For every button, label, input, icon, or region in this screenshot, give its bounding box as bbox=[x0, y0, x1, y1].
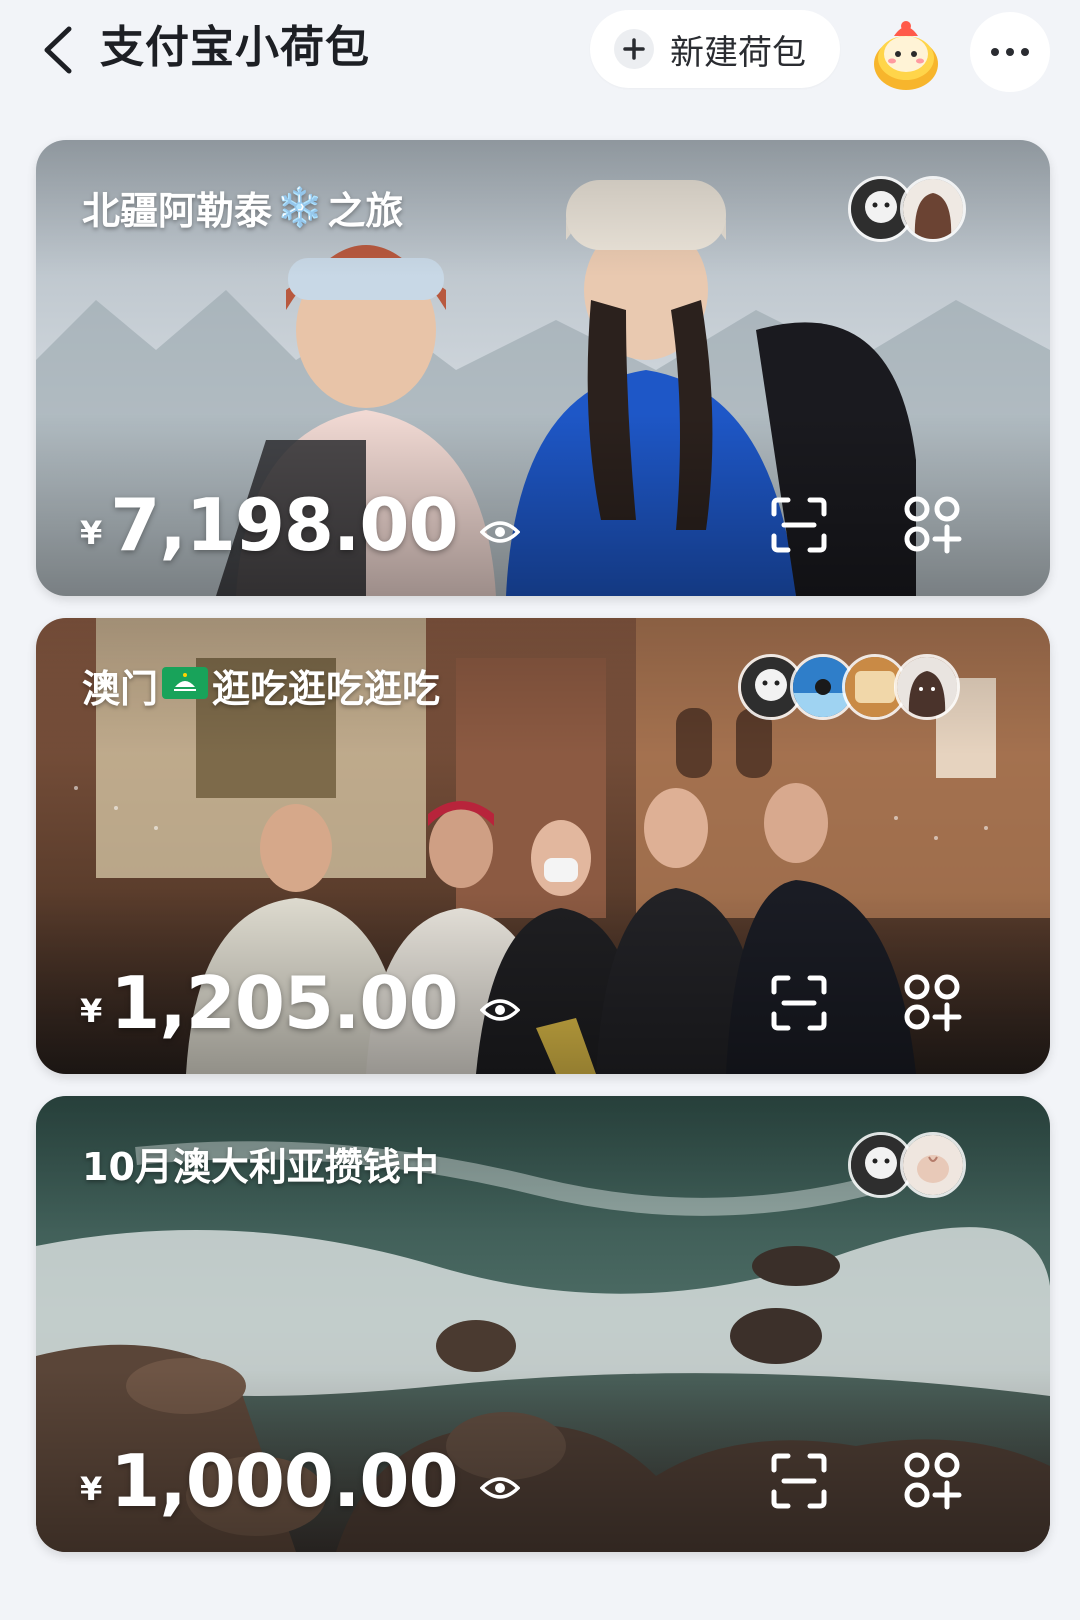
avatar bbox=[900, 176, 966, 242]
member-avatars[interactable] bbox=[848, 176, 966, 244]
currency-symbol: ¥ bbox=[80, 1470, 103, 1508]
member-avatars[interactable] bbox=[848, 1132, 966, 1200]
plus-icon bbox=[614, 29, 654, 69]
scan-icon[interactable] bbox=[764, 490, 834, 560]
currency-symbol: ¥ bbox=[80, 514, 103, 552]
scan-icon[interactable] bbox=[764, 1446, 834, 1516]
more-button[interactable] bbox=[970, 12, 1050, 92]
eye-icon[interactable] bbox=[479, 518, 521, 550]
snowflake-icon: ❄️ bbox=[276, 185, 324, 229]
avatar bbox=[894, 654, 960, 720]
new-pocket-label: 新建荷包 bbox=[670, 32, 806, 73]
scan-icon[interactable] bbox=[764, 968, 834, 1038]
top-bar: 支付宝小荷包 新建荷包 bbox=[0, 0, 1080, 110]
eye-icon[interactable] bbox=[479, 996, 521, 1028]
pocket-title: 澳门 逛吃逛吃逛吃 bbox=[82, 658, 440, 713]
pocket-card[interactable]: 澳门 逛吃逛吃逛吃 ¥ 1,205.00 bbox=[36, 618, 1050, 1074]
pocket-apps-icon[interactable] bbox=[898, 968, 968, 1038]
back-arrow-icon bbox=[44, 26, 72, 74]
member-avatars[interactable] bbox=[738, 654, 960, 722]
pocket-card[interactable]: 北疆阿勒泰 ❄️ 之旅 ¥ 7,198.00 bbox=[36, 140, 1050, 596]
eye-icon[interactable] bbox=[479, 1474, 521, 1506]
balance-amount: 7,198.00 bbox=[110, 483, 458, 567]
pocket-title: 10月澳大利亚攒钱中 bbox=[82, 1145, 439, 1189]
new-pocket-button[interactable]: 新建荷包 bbox=[590, 10, 840, 88]
pocket-title: 北疆阿勒泰 ❄️ 之旅 bbox=[82, 185, 404, 233]
mascot-icon[interactable] bbox=[866, 14, 946, 94]
pocket-card[interactable]: 10月澳大利亚攒钱中 ¥ 1,000.00 bbox=[36, 1096, 1050, 1552]
avatar bbox=[900, 1132, 966, 1198]
pocket-apps-icon[interactable] bbox=[898, 1446, 968, 1516]
balance-row: ¥ 7,198.00 bbox=[80, 480, 521, 570]
more-dots-icon bbox=[991, 48, 1029, 56]
currency-symbol: ¥ bbox=[80, 992, 103, 1030]
back-button[interactable] bbox=[28, 20, 88, 80]
pocket-apps-icon[interactable] bbox=[898, 490, 968, 560]
balance-amount: 1,205.00 bbox=[110, 961, 458, 1045]
macau-flag-icon bbox=[162, 664, 209, 708]
balance-row: ¥ 1,000.00 bbox=[80, 1436, 521, 1526]
balance-row: ¥ 1,205.00 bbox=[80, 958, 521, 1048]
balance-amount: 1,000.00 bbox=[110, 1439, 458, 1523]
page-title: 支付宝小荷包 bbox=[100, 22, 370, 73]
